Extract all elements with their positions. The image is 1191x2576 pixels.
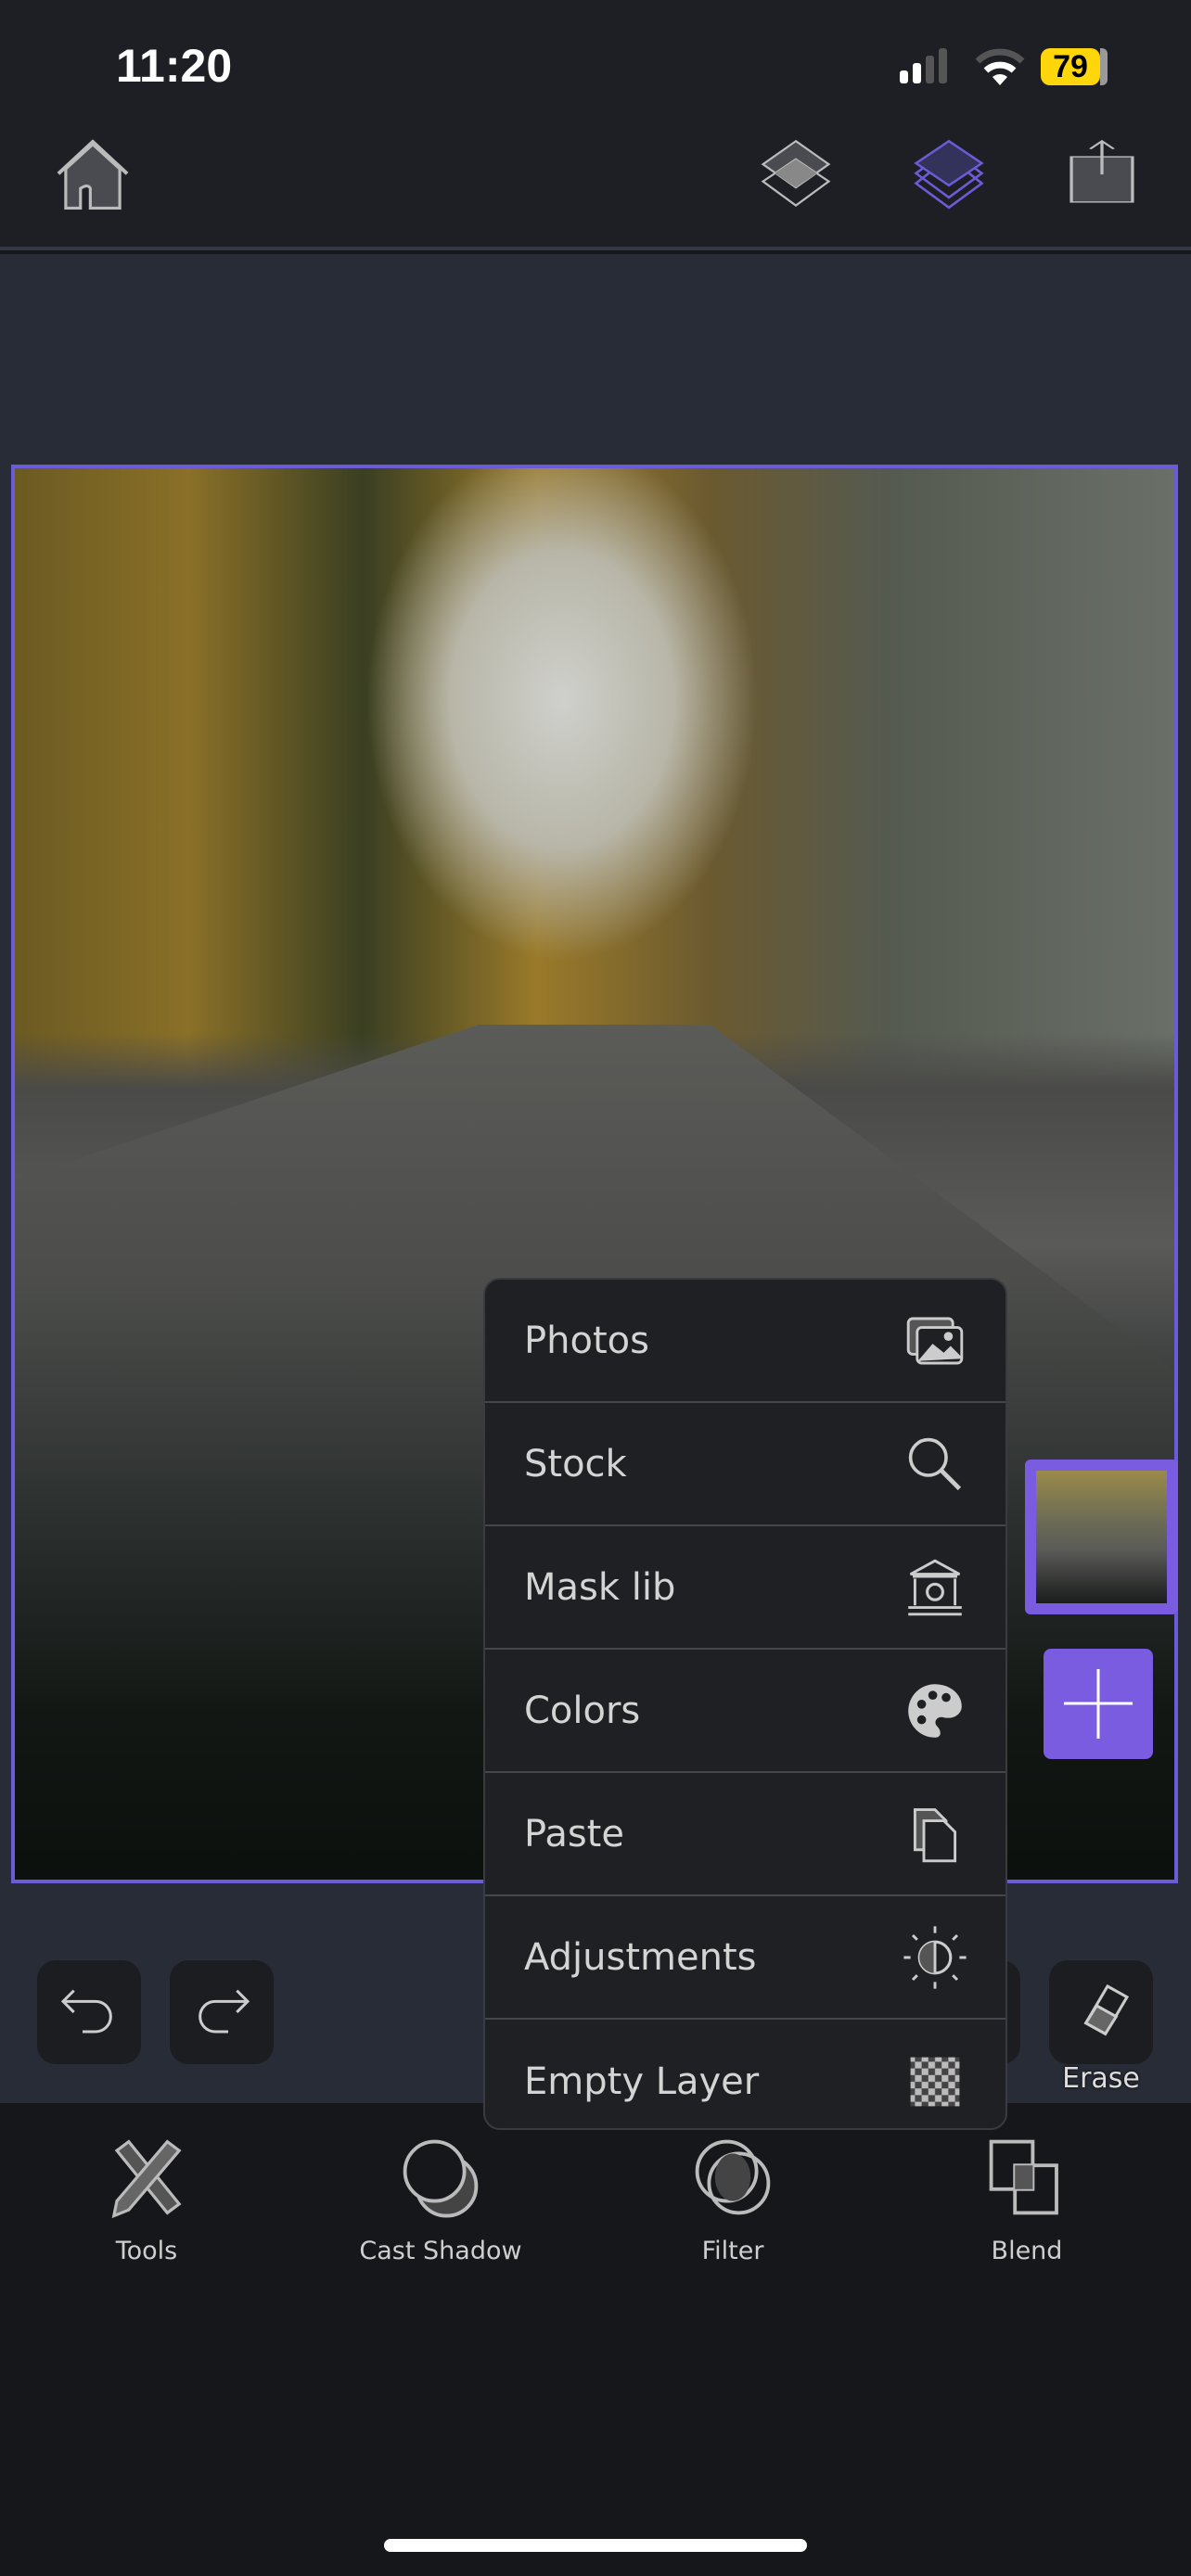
- toolbar-label: Filter: [701, 2237, 764, 2265]
- toolbar-tools[interactable]: Tools: [7, 2133, 286, 2265]
- undo-icon: [60, 1989, 112, 2034]
- plus-icon: [1064, 1669, 1133, 1739]
- menu-item-label: Photos: [524, 1319, 649, 1362]
- cast-shadow-icon: [403, 2139, 479, 2218]
- menu-item-label: Stock: [524, 1442, 627, 1486]
- toolbar-filter[interactable]: Filter: [594, 2133, 872, 2265]
- menu-item-photos[interactable]: Photos: [485, 1280, 1005, 1403]
- add-layer-button[interactable]: [1044, 1649, 1153, 1759]
- menu-item-label: Colors: [524, 1689, 641, 1732]
- toolbar-blend[interactable]: Blend: [888, 2133, 1166, 2265]
- add-layer-menu: Photos Stock Mask lib Colors Paste Adjus…: [483, 1278, 1007, 2130]
- redo-icon: [198, 1989, 250, 2034]
- museum-icon: [908, 1559, 962, 1615]
- menu-item-colors[interactable]: Colors: [485, 1650, 1005, 1773]
- redo-button[interactable]: [170, 1960, 274, 2064]
- menu-item-stock[interactable]: Stock: [485, 1403, 1005, 1526]
- battery-indicator: 79: [1041, 48, 1100, 85]
- layers-stack-icon[interactable]: [914, 139, 984, 210]
- paste-icon: [913, 1807, 957, 1862]
- battery-cap: [1100, 48, 1108, 85]
- menu-item-label: Paste: [524, 1812, 624, 1855]
- signal-icon: [900, 48, 947, 83]
- menu-item-empty-layer[interactable]: Empty Layer: [485, 2020, 1005, 2128]
- header: 11:20 79: [0, 0, 1191, 250]
- status-time: 11:20: [116, 40, 233, 92]
- toolbar-label: Cast Shadow: [359, 2237, 522, 2265]
- toolbar-label: Tools: [115, 2237, 178, 2265]
- menu-item-paste[interactable]: Paste: [485, 1773, 1005, 1896]
- tools-icon: [111, 2139, 182, 2219]
- brightness-icon: [903, 1925, 967, 1989]
- palette-icon: [908, 1683, 962, 1738]
- home-icon[interactable]: [51, 139, 134, 213]
- layer-thumbnail[interactable]: [1025, 1460, 1178, 1614]
- erase-label: Erase: [1062, 2062, 1140, 2095]
- toolbar-cast-shadow[interactable]: Cast Shadow: [301, 2133, 580, 2265]
- undo-button[interactable]: [37, 1960, 141, 2064]
- search-icon: [908, 1437, 962, 1490]
- layers-icon[interactable]: [761, 139, 831, 210]
- menu-item-label: Adjustments: [524, 1935, 757, 1979]
- filter-icon: [695, 2139, 771, 2215]
- toolbar-label: Blend: [991, 2237, 1063, 2265]
- eraser-icon: [1083, 1983, 1130, 2036]
- blend-icon: [989, 2139, 1058, 2215]
- erase-button[interactable]: [1049, 1960, 1153, 2064]
- menu-item-mask-lib[interactable]: Mask lib: [485, 1526, 1005, 1650]
- checkerboard-icon: [910, 2057, 960, 2106]
- photos-icon: [906, 1317, 964, 1364]
- wifi-icon: [975, 48, 1025, 85]
- share-icon[interactable]: [1067, 139, 1137, 204]
- home-indicator[interactable]: [384, 2539, 807, 2552]
- layer-thumbnail-image: [1036, 1471, 1167, 1603]
- menu-item-label: Empty Layer: [524, 2060, 760, 2103]
- menu-item-label: Mask lib: [524, 1565, 676, 1609]
- menu-item-adjustments[interactable]: Adjustments: [485, 1896, 1005, 2020]
